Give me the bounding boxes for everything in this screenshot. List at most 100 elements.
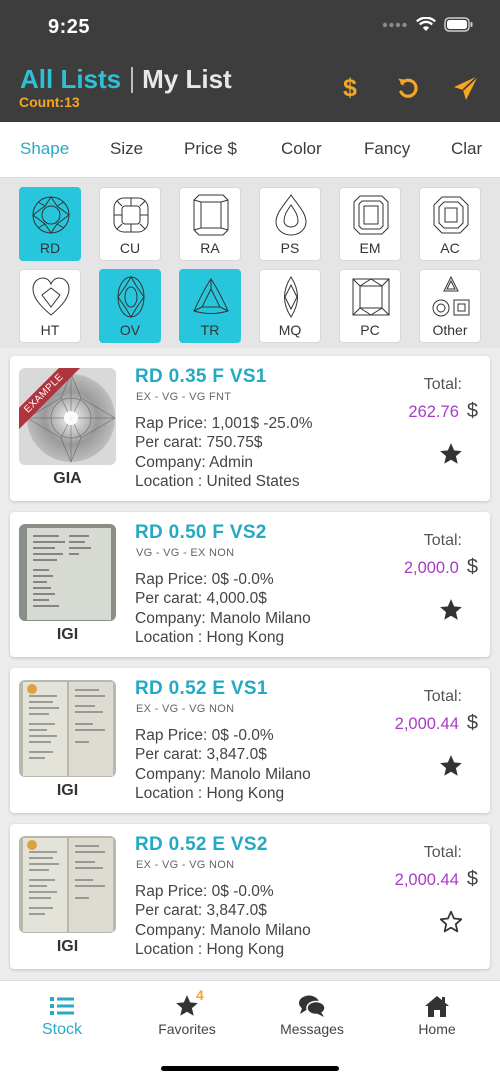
tab-fancy[interactable]: Fancy xyxy=(364,139,410,159)
per-carat: Per carat: 3,847.0$ xyxy=(135,746,267,763)
shape-other[interactable]: Other xyxy=(419,269,481,343)
currency-symbol: $ xyxy=(466,712,478,734)
total-label: Total: xyxy=(423,532,462,549)
shape-emerald[interactable]: EM xyxy=(339,187,401,261)
send-icon xyxy=(454,75,479,100)
undo-icon xyxy=(398,78,418,98)
battery-icon xyxy=(444,17,473,32)
stone-grades: VG - VG - EX NON xyxy=(136,547,235,559)
messages-icon xyxy=(299,995,326,1017)
total-label: Total: xyxy=(423,688,462,705)
total-amount: 2,000.0 xyxy=(403,559,459,577)
location: Location : Hong Kong xyxy=(135,785,285,802)
shape-heart[interactable]: HT xyxy=(19,269,81,343)
share-button[interactable] xyxy=(448,70,484,106)
marquise-shape-icon xyxy=(284,276,298,318)
currency-symbol: $ xyxy=(466,400,478,422)
shape-oval[interactable]: OV xyxy=(99,269,161,343)
stone-card[interactable]: EXAMPLE GIA RD 0.35 F VS1 EX - VG - VG F… xyxy=(10,356,490,501)
lab-label: IGI xyxy=(56,626,79,643)
shape-princess[interactable]: PC xyxy=(339,269,401,343)
shape-filter-grid: RD CU RA PS EM AC HT OV TR MQ PC Other xyxy=(0,178,500,348)
favorite-star-outline-icon[interactable] xyxy=(438,909,464,935)
emerald-shape-icon xyxy=(353,195,389,235)
header-actions: $ xyxy=(332,70,484,106)
nav-favorites[interactable]: 4 Favorites xyxy=(132,987,242,1037)
princess-shape-icon xyxy=(352,278,390,316)
tab-clarity[interactable]: Clar xyxy=(451,139,482,159)
lab-label: IGI xyxy=(56,938,79,955)
currency-button[interactable]: $ xyxy=(332,70,368,106)
favorite-star-icon[interactable] xyxy=(438,753,464,779)
shape-asscher[interactable]: AC xyxy=(419,187,481,261)
shape-label: HT xyxy=(40,322,60,338)
status-time: 9:25 xyxy=(48,16,91,38)
nav-label: Stock xyxy=(41,1021,82,1038)
example-ribbon: EXAMPLE xyxy=(19,368,94,443)
stone-grades: EX - VG - VG NON xyxy=(136,859,235,871)
location: Location : Hong Kong xyxy=(135,629,285,646)
shape-label: TR xyxy=(200,322,220,338)
shape-trillion[interactable]: TR xyxy=(179,269,241,343)
nav-label: Messages xyxy=(280,1021,344,1037)
certificate-photo xyxy=(19,680,116,777)
round-shape-icon xyxy=(32,196,70,234)
stone-card[interactable]: IGI RD 0.52 E VS1 EX - VG - VG NON Rap P… xyxy=(10,668,490,813)
stone-grades: EX - VG - VG NON xyxy=(136,703,235,715)
shape-marquise[interactable]: MQ xyxy=(259,269,321,343)
list-icon xyxy=(50,997,74,1015)
total-amount: 2,000.44 xyxy=(394,871,459,889)
shape-radiant[interactable]: RA xyxy=(179,187,241,261)
tab-price[interactable]: Price $ xyxy=(184,139,237,159)
per-carat: Per carat: 4,000.0$ xyxy=(135,590,267,607)
shape-pear[interactable]: PS xyxy=(259,187,321,261)
shape-label: EM xyxy=(359,240,381,256)
total-value: 2,000.44 $ xyxy=(395,712,478,735)
all-lists-link[interactable]: All Lists xyxy=(20,64,121,95)
stone-title: RD 0.50 F VS2 xyxy=(135,522,267,543)
heart-shape-icon xyxy=(32,277,70,316)
nav-messages[interactable]: Messages xyxy=(257,993,367,1037)
status-bar: 9:25 xyxy=(0,0,500,56)
cushion-shape-icon xyxy=(113,197,149,233)
oval-shape-icon xyxy=(117,276,145,318)
nav-label: Home xyxy=(418,1021,456,1037)
currency-symbol: $ xyxy=(466,868,478,890)
currency-symbol: $ xyxy=(466,556,478,578)
home-indicator xyxy=(161,1066,339,1071)
nav-home[interactable]: Home xyxy=(382,993,492,1037)
shape-label: OV xyxy=(119,322,141,338)
favorites-count-badge: 4 xyxy=(196,987,204,1003)
stone-card[interactable]: IGI RD 0.50 F VS2 VG - VG - EX NON Rap P… xyxy=(10,512,490,657)
tab-size[interactable]: Size xyxy=(110,139,143,159)
stone-title: RD 0.35 F VS1 xyxy=(135,366,267,387)
lab-label: IGI xyxy=(56,782,79,799)
stone-card[interactable]: IGI RD 0.52 E VS2 EX - VG - VG NON Rap P… xyxy=(10,824,490,969)
header-title: All Lists My List xyxy=(20,64,232,95)
tab-shape[interactable]: Shape xyxy=(20,139,69,159)
shape-cushion[interactable]: CU xyxy=(99,187,161,261)
tab-color[interactable]: Color xyxy=(281,139,322,159)
shape-round[interactable]: RD xyxy=(19,187,81,261)
per-carat: Per carat: 3,847.0$ xyxy=(135,902,267,919)
shape-label: RD xyxy=(39,240,61,256)
total-label: Total: xyxy=(423,844,462,861)
total-value: 2,000.0 $ xyxy=(404,556,478,579)
wifi-icon xyxy=(416,17,436,31)
favorite-star-icon[interactable] xyxy=(438,597,464,623)
asscher-shape-icon xyxy=(433,196,469,234)
app-header: All Lists My List Count:13 $ xyxy=(0,56,500,122)
company: Company: Manolo Milano xyxy=(135,610,311,627)
my-list-title: My List xyxy=(142,64,232,94)
nav-stock[interactable]: Stock xyxy=(7,993,117,1039)
pear-shape-icon xyxy=(275,194,307,236)
rap-price: Rap Price: 0$ -0.0% xyxy=(135,727,274,744)
favorite-star-icon[interactable] xyxy=(438,441,464,467)
lab-label: GIA xyxy=(53,470,82,487)
home-icon xyxy=(425,996,449,1017)
filter-tabs: Shape Size Price $ Color Fancy Clar xyxy=(0,122,500,178)
location: Location : United States xyxy=(135,473,300,490)
status-icons xyxy=(382,17,474,32)
stone-title: RD 0.52 E VS1 xyxy=(135,678,268,699)
undo-button[interactable] xyxy=(390,70,426,106)
